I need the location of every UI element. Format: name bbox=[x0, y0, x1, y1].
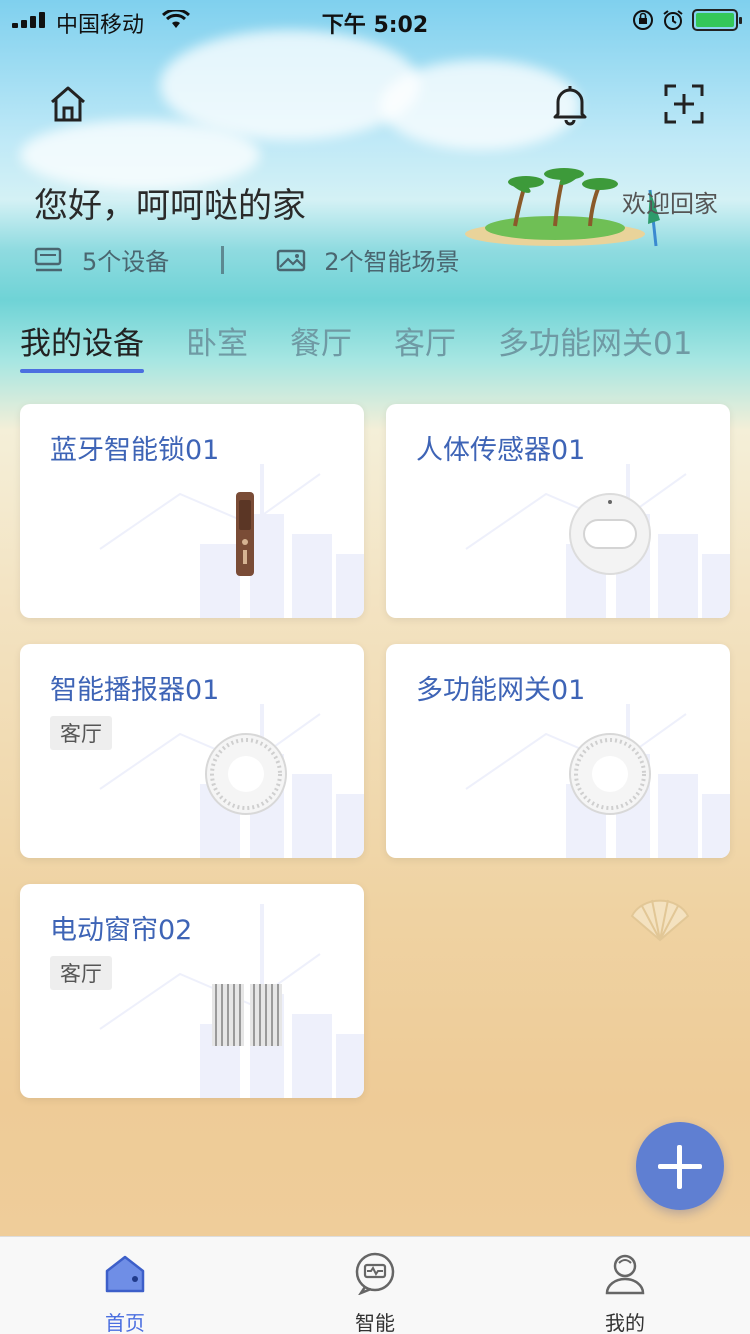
room-badge: 客厅 bbox=[50, 956, 112, 990]
nav-mine[interactable]: 我的 bbox=[500, 1237, 750, 1334]
smart-lock-icon bbox=[236, 492, 254, 576]
add-device-button[interactable] bbox=[636, 1122, 724, 1210]
device-count[interactable]: 5个设备 bbox=[34, 242, 169, 277]
tab-gateway[interactable]: 多功能网关01 bbox=[498, 318, 692, 363]
nav-home[interactable]: 首页 bbox=[0, 1237, 250, 1334]
status-bar: 中国移动 下午 5:02 bbox=[0, 0, 750, 40]
tab-bedroom[interactable]: 卧室 bbox=[186, 318, 248, 363]
device-card-smart-lock[interactable]: 蓝牙智能锁01 bbox=[20, 404, 364, 618]
home-nav-icon bbox=[105, 1255, 145, 1293]
home-icon[interactable] bbox=[46, 82, 90, 126]
device-name: 智能播报器01 bbox=[50, 675, 220, 706]
device-card-gateway[interactable]: 多功能网关01 bbox=[386, 644, 730, 858]
curtain-icon bbox=[212, 984, 282, 1046]
shell-decoration bbox=[630, 899, 690, 942]
home-greeting: 您好，呵呵哒的家 bbox=[34, 186, 306, 226]
gateway-icon bbox=[569, 733, 651, 815]
home-stats: 5个设备 2个智能场景 bbox=[34, 242, 460, 277]
nav-smart[interactable]: 智能 bbox=[250, 1237, 500, 1334]
bottom-nav: 首页 智能 我的 bbox=[0, 1236, 750, 1334]
room-badge: 客厅 bbox=[50, 716, 112, 750]
scene-icon bbox=[277, 249, 306, 271]
device-icon bbox=[34, 247, 62, 271]
speaker-icon bbox=[205, 733, 287, 815]
motion-sensor-icon bbox=[569, 493, 651, 575]
cloud-decoration bbox=[160, 30, 420, 140]
device-name: 电动窗帘02 bbox=[50, 915, 193, 946]
nav-home-label: 首页 bbox=[105, 1311, 145, 1334]
smart-nav-icon bbox=[355, 1252, 395, 1295]
device-card-speaker[interactable]: 智能播报器01 客厅 bbox=[20, 644, 364, 858]
scene-count[interactable]: 2个智能场景 bbox=[276, 242, 460, 277]
welcome-text: 欢迎回家 bbox=[622, 190, 718, 218]
device-card-curtain[interactable]: 电动窗帘02 客厅 bbox=[20, 884, 364, 1098]
device-card-motion-sensor[interactable]: 人体传感器01 bbox=[386, 404, 730, 618]
scan-add-icon[interactable] bbox=[662, 82, 706, 126]
nav-mine-label: 我的 bbox=[605, 1311, 645, 1334]
profile-nav-icon bbox=[605, 1254, 645, 1295]
device-name: 人体传感器01 bbox=[416, 435, 586, 466]
scene-count-label: 2个智能场景 bbox=[324, 248, 460, 276]
battery-icon bbox=[692, 9, 742, 31]
device-name: 多功能网关01 bbox=[416, 675, 586, 706]
tab-living-room[interactable]: 客厅 bbox=[394, 318, 456, 363]
room-tabs: 我的设备 卧室 餐厅 客厅 多功能网关01 bbox=[20, 318, 692, 373]
device-name: 蓝牙智能锁01 bbox=[50, 435, 220, 466]
alarm-icon bbox=[663, 10, 683, 30]
orientation-lock-icon bbox=[633, 10, 653, 30]
stats-divider bbox=[221, 245, 225, 274]
tab-dining-room[interactable]: 餐厅 bbox=[290, 318, 352, 363]
nav-smart-label: 智能 bbox=[355, 1311, 395, 1334]
bell-icon[interactable] bbox=[548, 82, 592, 126]
tab-my-devices[interactable]: 我的设备 bbox=[20, 318, 144, 373]
device-count-label: 5个设备 bbox=[82, 248, 170, 276]
